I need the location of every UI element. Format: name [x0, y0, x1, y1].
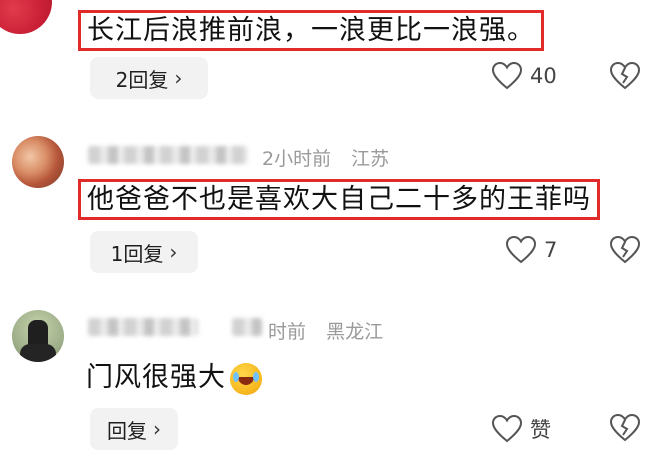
reply-label: 1回复: [110, 241, 164, 266]
comment-meta: 时前 黑龙江: [268, 317, 397, 344]
dislike-button[interactable]: [610, 414, 640, 442]
comment-text: 长江后浪推前浪，一浪更比一浪强。: [78, 8, 544, 51]
like-count: 7: [544, 238, 558, 262]
highlighted-comment: 他爸爸不也是喜欢大自己二十多的王菲吗: [78, 179, 600, 220]
like-button[interactable]: 7: [506, 236, 557, 264]
reply-label: 回复: [107, 418, 147, 443]
dislike-button[interactable]: [610, 62, 640, 90]
like-count: 40: [530, 64, 557, 88]
comment-time: 时前: [268, 321, 307, 343]
like-button[interactable]: 赞: [492, 414, 551, 444]
reply-button[interactable]: 1回复 ›: [90, 231, 198, 273]
username-blurred-tail: [232, 318, 262, 336]
comment-location: 江苏: [351, 148, 390, 170]
comment-location: 黑龙江: [326, 321, 384, 343]
comment-text: 门风很强大: [86, 355, 262, 395]
highlighted-comment: 长江后浪推前浪，一浪更比一浪强。: [78, 10, 544, 51]
heart-outline-icon: [492, 415, 522, 443]
like-button[interactable]: 40: [492, 62, 557, 90]
reply-label: 2回复: [115, 67, 169, 92]
avatar[interactable]: [0, 0, 52, 34]
like-label: 赞: [530, 418, 551, 442]
laughing-tears-emoji: [230, 362, 262, 395]
comment-body: 门风很强大: [86, 362, 226, 393]
avatar[interactable]: [12, 310, 64, 362]
comment-meta: 2小时前 江苏: [262, 144, 403, 171]
chevron-right-icon: ›: [153, 417, 161, 441]
username-blurred[interactable]: [88, 318, 198, 336]
dislike-button[interactable]: [610, 236, 640, 264]
reply-button[interactable]: 回复 ›: [90, 408, 178, 450]
avatar[interactable]: [12, 136, 64, 188]
reply-button[interactable]: 2回复 ›: [90, 57, 208, 99]
comment-text: 他爸爸不也是喜欢大自己二十多的王菲吗: [78, 177, 600, 220]
heart-outline-icon: [506, 236, 536, 264]
avatar-figure-body: [20, 344, 56, 362]
broken-heart-icon: [610, 62, 640, 90]
comment-time: 2小时前: [262, 148, 332, 170]
broken-heart-icon: [610, 414, 640, 442]
chevron-right-icon: ›: [174, 66, 183, 90]
broken-heart-icon: [610, 236, 640, 264]
chevron-right-icon: ›: [169, 240, 178, 264]
username-blurred[interactable]: [88, 146, 248, 164]
heart-outline-icon: [492, 62, 522, 90]
